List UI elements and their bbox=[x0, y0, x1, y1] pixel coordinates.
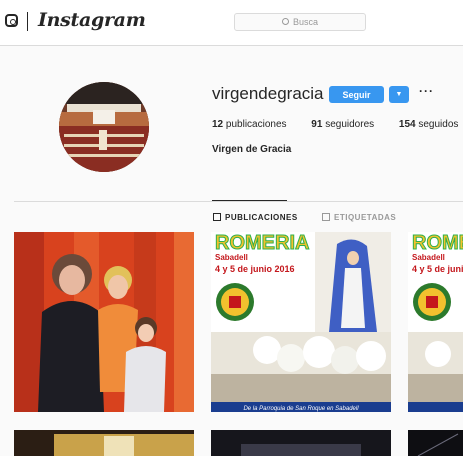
more-options-icon[interactable]: ··· bbox=[419, 84, 434, 98]
instagram-wordmark[interactable]: Instagram bbox=[38, 9, 146, 31]
search-placeholder: Busca bbox=[292, 17, 318, 27]
tabs-divider bbox=[14, 201, 463, 202]
active-tab-indicator bbox=[212, 200, 287, 201]
post-tile[interactable] bbox=[211, 430, 391, 456]
stat-followers[interactable]: 91 seguidores bbox=[311, 119, 374, 130]
post-tile[interactable]: ROMERIA Sabadell 4 y 5 de junio 2016 De … bbox=[211, 232, 391, 412]
post-tile[interactable]: ROMERIA Sabadell 4 y 5 de junio 2016 bbox=[408, 232, 463, 412]
tag-icon bbox=[322, 213, 330, 221]
follow-button[interactable]: Seguir bbox=[329, 86, 384, 103]
poster-footer: De la Parroquia de San Roque en Sabadell bbox=[243, 406, 359, 412]
profile-full-name: Virgen de Gracia bbox=[212, 144, 292, 155]
poster-title: ROMERIA bbox=[215, 232, 309, 254]
suggestions-dropdown-button[interactable]: ▼ bbox=[389, 86, 409, 103]
stat-posts: 12 publicaciones bbox=[212, 119, 287, 130]
poster-place: Sabadell bbox=[215, 253, 248, 262]
grid-icon bbox=[213, 213, 221, 221]
tab-posts[interactable]: PUBLICACIONES bbox=[213, 212, 298, 222]
search-icon bbox=[281, 18, 289, 25]
poster-date: 4 y 5 de junio 2016 bbox=[215, 264, 295, 274]
tab-tagged[interactable]: ETIQUETADAS bbox=[322, 212, 396, 222]
post-tile[interactable] bbox=[14, 430, 194, 456]
profile-username: virgendegracia bbox=[212, 84, 324, 103]
stat-following[interactable]: 154 seguidos bbox=[399, 119, 459, 130]
post-tile[interactable] bbox=[14, 232, 194, 412]
post-tile[interactable] bbox=[408, 430, 463, 456]
profile-stats: 12 publicaciones 91 seguidores 154 segui… bbox=[212, 119, 463, 130]
search-input[interactable]: Busca bbox=[234, 13, 366, 31]
logo-separator bbox=[27, 12, 28, 31]
instagram-camera-icon[interactable] bbox=[5, 14, 18, 27]
poster-place: Sabadell bbox=[412, 253, 445, 262]
poster-title: ROMERIA bbox=[412, 232, 463, 254]
poster-date: 4 y 5 de junio 2016 bbox=[412, 264, 463, 274]
top-bar: Instagram Busca bbox=[0, 0, 463, 46]
profile-avatar[interactable] bbox=[59, 82, 149, 172]
